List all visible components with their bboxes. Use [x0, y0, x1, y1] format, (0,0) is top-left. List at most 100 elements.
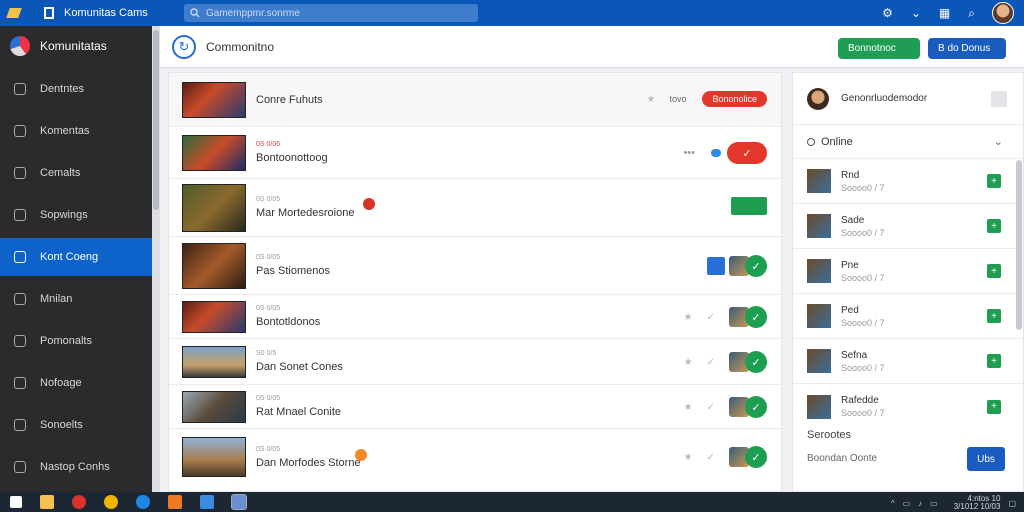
- online-label: Online: [821, 135, 853, 148]
- alert-icon: [363, 198, 375, 210]
- list-item[interactable]: 0S 0/05 Pas Stiomenos ✓: [169, 237, 781, 295]
- explorer-icon[interactable]: [40, 495, 54, 509]
- scrollbar-thumb[interactable]: [153, 30, 159, 210]
- add-friend-button[interactable]: +: [987, 354, 1001, 368]
- thumbs-icon[interactable]: ✓: [707, 402, 715, 413]
- search-input[interactable]: Gamemppmr.sonrme: [184, 4, 478, 22]
- primary-green-button[interactable]: Bonnotnoc: [838, 38, 920, 59]
- list-item[interactable]: 0S 0/06 Bontoonottoog ••• ✓: [169, 127, 781, 179]
- friend-avatar: [807, 169, 831, 193]
- thumbs-icon[interactable]: ✓: [707, 312, 715, 323]
- star-icon[interactable]: ★: [684, 402, 693, 413]
- add-button[interactable]: [731, 197, 767, 215]
- panel-footer-title: Serootes: [807, 429, 852, 441]
- check-button[interactable]: ✓: [745, 255, 767, 277]
- community-icon: ↻: [172, 34, 196, 59]
- primary-blue-button[interactable]: B do Donus: [928, 38, 1006, 59]
- clock[interactable]: 4:ntos 10 3/1012 10/03: [946, 495, 1001, 511]
- close-icon[interactable]: [991, 91, 1007, 107]
- thumbs-icon[interactable]: ✓: [707, 452, 715, 463]
- list-item[interactable]: 0S 0/05 Bontotldonos ★ ✓ ✓: [169, 295, 781, 339]
- list-item[interactable]: Conre Fuhuts ★ tovo Bononolice: [169, 73, 781, 127]
- friends-panel: Genonrluodemodor Online ⌄ Rnd Soooo0 / 7 +…: [792, 72, 1024, 492]
- game-thumbnail: [182, 300, 246, 333]
- sidebar-item-nofoage[interactable]: Nofoage: [0, 364, 152, 402]
- edge-icon[interactable]: [136, 495, 150, 509]
- add-friend-button[interactable]: +: [987, 399, 1001, 414]
- add-friend-button[interactable]: +: [987, 174, 1001, 188]
- star-icon[interactable]: ★: [684, 357, 693, 368]
- check-button[interactable]: ✓: [745, 446, 767, 468]
- friend-row[interactable]: Rnd Soooo0 / 7 +: [793, 159, 1023, 204]
- row-action-button[interactable]: Bononolice: [702, 91, 767, 107]
- thumbs-icon[interactable]: ✓: [707, 357, 715, 368]
- list-item[interactable]: 0S 0/05 Mar Mortedesroione: [169, 179, 781, 237]
- sidebar-item-label: Kont Coeng: [40, 251, 99, 263]
- sidebar-item-sopwings[interactable]: Sopwings: [0, 196, 152, 234]
- store-icon[interactable]: [200, 495, 214, 509]
- user-avatar[interactable]: [992, 2, 1014, 24]
- start-icon[interactable]: [10, 496, 22, 508]
- star-icon[interactable]: ★: [646, 94, 655, 105]
- panel-user-name: Genonrluodemodor: [841, 93, 928, 104]
- toggle-button[interactable]: ✓: [727, 142, 767, 164]
- add-friend-button[interactable]: +: [987, 264, 1001, 278]
- app-window-icon: [44, 7, 54, 19]
- sidebar-item-dentntes[interactable]: Dentntes: [0, 70, 152, 108]
- battery-icon[interactable]: ▭: [930, 499, 938, 508]
- check-button[interactable]: ✓: [745, 351, 767, 373]
- chrome-icon[interactable]: [104, 495, 118, 509]
- share-icon[interactable]: [707, 257, 725, 275]
- sidebar-item-kont-coeng[interactable]: Kont Coeng: [0, 238, 152, 276]
- sidebar-item-sonoelts[interactable]: Sonoelts: [0, 406, 152, 444]
- home-icon: [14, 83, 26, 95]
- friend-row[interactable]: Ped Soooo0 / 7 +: [793, 294, 1023, 339]
- game-title: Rat Mnael Conite: [256, 406, 341, 418]
- add-friend-button[interactable]: +: [987, 309, 1001, 323]
- panel-footer-button[interactable]: Ubs: [967, 447, 1005, 471]
- chevron-down-icon[interactable]: ⌄: [911, 6, 921, 20]
- friend-row[interactable]: Rafedde Soooo0 / 7 +: [793, 384, 1023, 429]
- row-meta: 0S 0/05: [256, 395, 281, 402]
- sidebar-item-mnilan[interactable]: Mnilan: [0, 280, 152, 318]
- check-button[interactable]: ✓: [745, 306, 767, 328]
- check-button[interactable]: ✓: [745, 396, 767, 418]
- status-dot: [711, 149, 721, 157]
- list-item[interactable]: 0S 0/05 Rat Mnael Conite ★ ✓ ✓: [169, 385, 781, 429]
- sidebar-item-pomonalts[interactable]: Pomonalts: [0, 322, 152, 360]
- grid-icon[interactable]: ▦: [939, 6, 950, 20]
- sidebar-scrollbar[interactable]: [152, 26, 160, 492]
- avatar[interactable]: [807, 87, 829, 110]
- friend-row[interactable]: Sade Soooo0 / 7 +: [793, 204, 1023, 249]
- chevron-up-icon[interactable]: ^: [891, 499, 895, 508]
- row-meta: S0 0/5: [256, 350, 277, 357]
- sidebar-header[interactable]: Komunitatas: [0, 26, 152, 66]
- star-icon[interactable]: ★: [684, 452, 693, 463]
- friend-row[interactable]: Sefna Soooo0 / 7 +: [793, 339, 1023, 384]
- online-section-toggle[interactable]: Online ⌄: [793, 125, 1023, 159]
- app-logo-icon: [8, 6, 26, 20]
- game-thumbnail: [182, 134, 246, 171]
- app-icon[interactable]: [168, 495, 182, 509]
- game-title: Dan Sonet Cones: [256, 361, 343, 373]
- list-item[interactable]: 0S 0/05 Dan Morfodes Storne ★ ✓ ✓: [169, 429, 781, 485]
- volume-icon[interactable]: ♪: [918, 499, 922, 508]
- chevron-down-icon[interactable]: ⌄: [994, 135, 1003, 148]
- sidebar-title: Komunitatas: [40, 39, 107, 53]
- network-icon[interactable]: ▭: [903, 499, 911, 508]
- notifications-icon[interactable]: ⚙: [882, 6, 893, 20]
- sidebar-item-komentas[interactable]: Komentas: [0, 112, 152, 150]
- friend-row[interactable]: Pne Soooo0 / 7 +: [793, 249, 1023, 294]
- list-item[interactable]: S0 0/5 Dan Sonet Cones ★ ✓ ✓: [169, 339, 781, 385]
- friend-status: Soooo0 / 7: [841, 272, 885, 283]
- active-window-icon[interactable]: [231, 494, 247, 510]
- media-icon[interactable]: [72, 495, 86, 509]
- panel-scrollbar[interactable]: [1016, 160, 1022, 330]
- more-icon[interactable]: •••: [683, 147, 695, 159]
- notification-icon[interactable]: ▢: [1008, 499, 1016, 508]
- add-friend-button[interactable]: +: [987, 219, 1001, 233]
- search-icon[interactable]: ⌕: [968, 6, 975, 21]
- sidebar-item-nastop-conhs[interactable]: Nastop Conhs: [0, 448, 152, 486]
- star-icon[interactable]: ★: [684, 312, 693, 323]
- sidebar-item-cemalts[interactable]: Cemalts: [0, 154, 152, 192]
